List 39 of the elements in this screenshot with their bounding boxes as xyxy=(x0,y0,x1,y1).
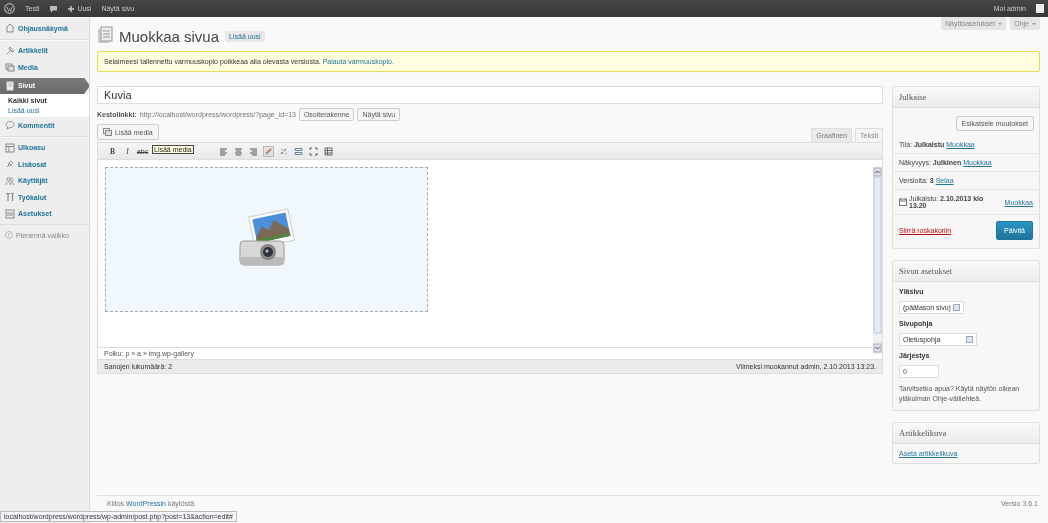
caret-icon xyxy=(998,22,1003,27)
align-right-icon xyxy=(248,146,258,156)
link-button[interactable] xyxy=(262,145,274,157)
panel-title: Artikkelikuva xyxy=(893,422,1039,444)
more-button[interactable] xyxy=(292,145,304,157)
house-icon xyxy=(5,23,15,34)
wordpress-logo-icon xyxy=(4,3,15,14)
align-center-icon xyxy=(233,146,243,156)
page-icon xyxy=(5,80,15,91)
calendar-icon xyxy=(899,198,907,206)
photos-icon xyxy=(5,62,15,73)
photos-icon xyxy=(103,128,112,136)
align-right-button[interactable] xyxy=(247,145,259,157)
more-icon xyxy=(293,146,303,156)
unlink-icon xyxy=(278,146,288,156)
comment-icon xyxy=(5,120,15,131)
pin-icon xyxy=(5,45,15,56)
people-icon xyxy=(5,175,15,186)
link-icon xyxy=(263,146,273,156)
sliders-icon xyxy=(5,208,15,219)
plus-icon xyxy=(68,5,75,12)
kitchen-sink-button[interactable] xyxy=(322,145,334,157)
page-title: Muokkaa sivua xyxy=(119,28,220,45)
kitchen-sink-icon xyxy=(323,146,333,156)
align-center-button[interactable] xyxy=(232,145,244,157)
align-left-button[interactable] xyxy=(217,145,229,157)
panel-title: Sivun asetukset xyxy=(893,261,1039,282)
tools-icon xyxy=(5,192,15,203)
align-left-icon xyxy=(218,146,228,156)
panel-title: Julkaise xyxy=(893,87,1039,108)
plug-icon xyxy=(5,159,15,170)
collapse-icon xyxy=(5,231,13,239)
title-field[interactable]: Kuvia xyxy=(97,86,883,104)
layout-icon xyxy=(5,142,15,153)
gallery-placeholder[interactable] xyxy=(105,167,428,312)
comment-icon xyxy=(49,4,59,13)
fullscreen-button[interactable] xyxy=(307,145,319,157)
pages-icon xyxy=(97,26,113,44)
fullscreen-icon xyxy=(308,146,318,156)
